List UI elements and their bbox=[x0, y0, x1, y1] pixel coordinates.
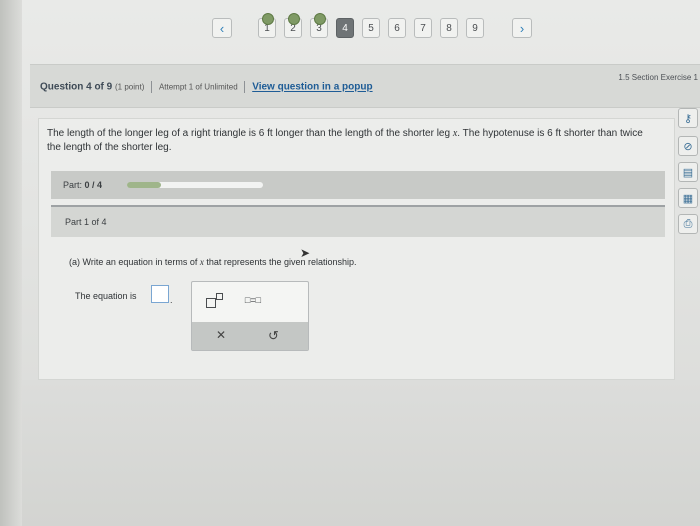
part-label: Part: 0 / 4 bbox=[63, 180, 103, 190]
current-part-header: Part 1 of 4 bbox=[51, 205, 665, 237]
question-3-button[interactable]: 3 bbox=[310, 13, 328, 38]
question-5-button[interactable]: 5 bbox=[362, 18, 380, 38]
problem-statement: The length of the longer leg of a right … bbox=[47, 128, 643, 153]
question-9-button[interactable]: 9 bbox=[466, 18, 484, 38]
screen-edge bbox=[0, 0, 22, 526]
equation-label: The equation is bbox=[75, 291, 137, 301]
question-a-prompt: (a) Write an equation in terms of x that… bbox=[69, 257, 357, 267]
mouse-cursor-icon: ➤ bbox=[300, 246, 311, 260]
base-box-icon bbox=[206, 298, 216, 308]
question-header: Question 4 of 9 (1 point) Attempt 1 of U… bbox=[30, 64, 700, 108]
answered-dot-icon bbox=[288, 13, 300, 25]
progress-track bbox=[127, 182, 263, 188]
prev-question-button[interactable]: ‹ bbox=[212, 18, 232, 38]
question-8-button[interactable]: 8 bbox=[440, 18, 458, 38]
current-part-label: Part 1 of 4 bbox=[65, 217, 107, 227]
palette-actions: ✕ ↺ bbox=[192, 322, 308, 350]
progress-fill bbox=[127, 182, 161, 188]
equals-template-button[interactable]: □=□ bbox=[238, 292, 268, 308]
question-4-button[interactable]: 4 bbox=[336, 18, 354, 38]
page-background bbox=[22, 380, 700, 526]
view-popup-link[interactable]: View question in a popup bbox=[252, 82, 372, 93]
exponent-box-icon bbox=[216, 293, 223, 300]
answered-dot-icon bbox=[314, 13, 326, 25]
palette-symbols: □=□ bbox=[192, 290, 308, 310]
attempt-label: Attempt 1 of Unlimited bbox=[158, 82, 238, 92]
question-2-button[interactable]: 2 bbox=[284, 13, 302, 38]
key-icon[interactable]: ⚷ bbox=[678, 108, 698, 128]
textbook-icon[interactable]: ▤ bbox=[678, 162, 698, 182]
answered-dot-icon bbox=[262, 13, 274, 25]
print-icon[interactable]: ⎙ bbox=[678, 214, 698, 234]
question-1-button[interactable]: 1 bbox=[258, 13, 276, 38]
next-question-button[interactable]: › bbox=[512, 18, 532, 38]
section-label: 1.5 Section Exercise 1 bbox=[618, 73, 698, 82]
answer-input[interactable] bbox=[151, 285, 169, 303]
question-panel: The length of the longer leg of a right … bbox=[38, 118, 675, 380]
undo-icon[interactable]: ↺ bbox=[268, 328, 279, 344]
question-info: Question 4 of 9 (1 point) Attempt 1 of U… bbox=[40, 81, 373, 93]
question-label: Question 4 of 9 bbox=[40, 81, 113, 93]
part-progress-bar: Part: 0 / 4 bbox=[51, 171, 665, 199]
question-7-button[interactable]: 7 bbox=[414, 18, 432, 38]
superscript-button[interactable] bbox=[206, 292, 228, 308]
math-palette: □=□ ✕ ↺ bbox=[191, 281, 309, 351]
part-progress-text: 0 / 4 bbox=[84, 180, 103, 190]
calculator-icon[interactable]: ▦ bbox=[678, 188, 698, 208]
separator bbox=[151, 81, 153, 93]
equation-period: . bbox=[170, 295, 173, 305]
separator bbox=[244, 81, 246, 93]
compass-icon[interactable]: ⊘ bbox=[678, 136, 698, 156]
question-6-button[interactable]: 6 bbox=[388, 18, 406, 38]
points-label: (1 point) bbox=[115, 82, 145, 92]
clear-icon[interactable]: ✕ bbox=[216, 328, 226, 342]
